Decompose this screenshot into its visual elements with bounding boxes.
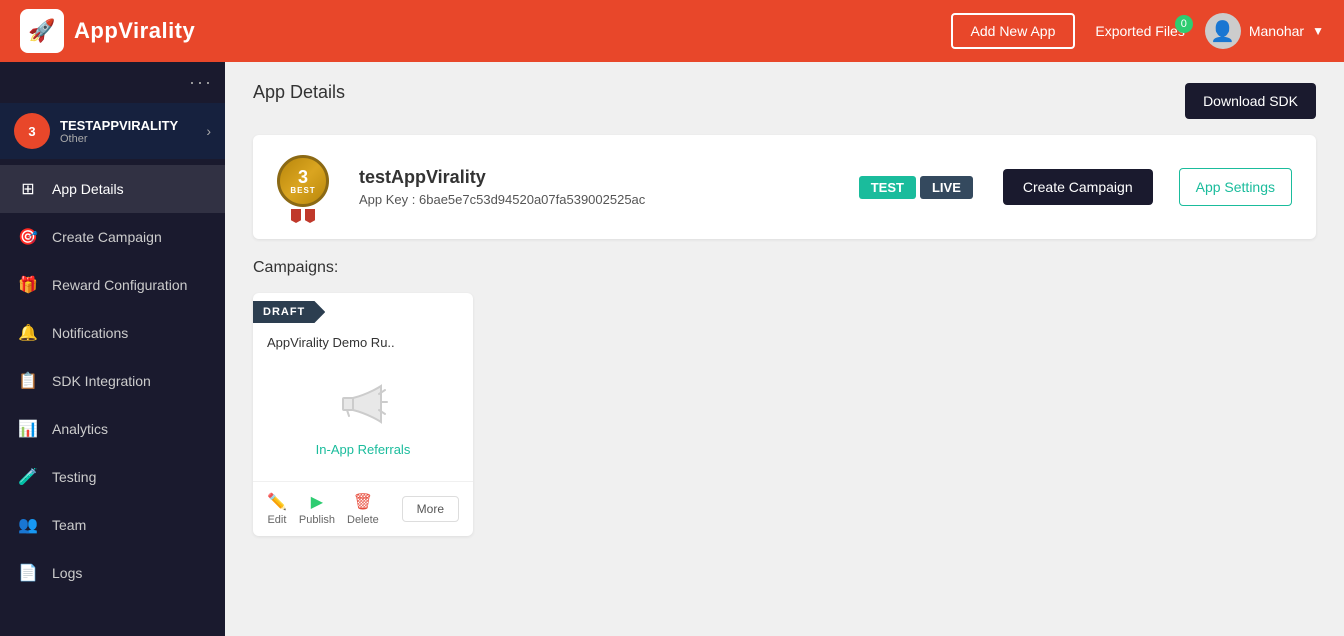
gift-icon: 🎁 — [18, 275, 38, 295]
publish-label: Publish — [299, 514, 335, 526]
nav-label-reward-configuration: Reward Configuration — [52, 277, 187, 293]
sidebar-item-reward-configuration[interactable]: 🎁 Reward Configuration — [0, 261, 225, 309]
campaign-card: DRAFT AppVirality Demo Ru.. — [253, 293, 473, 536]
username-label: Manohar — [1249, 23, 1304, 39]
nav-label-create-campaign: Create Campaign — [52, 229, 162, 245]
campaign-actions: ✏️ Edit ▶ Publish 🗑 Delete More — [253, 481, 473, 536]
nav-label-testing: Testing — [52, 469, 96, 485]
logo-text: AppVirality — [74, 18, 195, 44]
sidebar-item-analytics[interactable]: 📊 Analytics — [0, 405, 225, 453]
app-info: TESTAPPVIRALITY Other — [60, 118, 196, 145]
exported-files-button[interactable]: Exported Files 0 — [1095, 23, 1184, 39]
dots-menu-icon[interactable]: ··· — [189, 72, 213, 93]
document-icon: 📄 — [18, 563, 38, 583]
medal-badge: 3 BEST — [277, 155, 341, 219]
nav-label-logs: Logs — [52, 565, 82, 581]
medal-circle: 3 BEST — [277, 155, 329, 207]
sidebar-top: ··· — [0, 62, 225, 103]
bell-icon: 🔔 — [18, 323, 38, 343]
chevron-down-icon: ▼ — [1312, 24, 1324, 38]
sidebar-item-sdk-integration[interactable]: 📋 SDK Integration — [0, 357, 225, 405]
campaigns-title: Campaigns: — [253, 259, 1316, 277]
create-campaign-button[interactable]: Create Campaign — [1003, 169, 1153, 205]
campaign-type: In-App Referrals — [267, 442, 459, 457]
delete-button[interactable]: 🗑 Delete — [347, 492, 379, 526]
campaign-icon-area — [267, 362, 459, 442]
live-badge: LIVE — [920, 176, 973, 199]
delete-icon: 🗑 — [353, 492, 373, 512]
medal-best-label: BEST — [290, 186, 315, 195]
app-settings-button[interactable]: App Settings — [1179, 168, 1292, 206]
draft-label: DRAFT — [263, 306, 305, 318]
sidebar-item-logs[interactable]: 📄 Logs — [0, 549, 225, 597]
download-sdk-button[interactable]: Download SDK — [1185, 83, 1316, 119]
app-category: Other — [60, 133, 196, 145]
env-badges: TEST LIVE — [859, 176, 973, 199]
app-info-card: 3 BEST testAppVirality App Key : 6bae5e7… — [253, 135, 1316, 239]
nav-label-app-details: App Details — [52, 181, 124, 197]
campaign-name: AppVirality Demo Ru.. — [267, 335, 459, 350]
edit-button[interactable]: ✏️ Edit — [267, 492, 287, 526]
people-icon: 👥 — [18, 515, 38, 535]
header-right: Add New App Exported Files 0 👤 Manohar ▼ — [951, 13, 1324, 49]
flask-icon: 🧪 — [18, 467, 38, 487]
page-title: App Details — [253, 82, 345, 103]
campaign-card-content: AppVirality Demo Ru.. In — [253, 323, 473, 481]
medal-number: 3 — [298, 168, 308, 186]
sidebar-item-app-details[interactable]: ⊞ App Details — [0, 165, 225, 213]
edit-label: Edit — [267, 514, 286, 526]
campaigns-grid: DRAFT AppVirality Demo Ru.. — [253, 293, 1316, 536]
megaphone-icon — [333, 378, 393, 426]
grid-icon: ⊞ — [18, 179, 38, 199]
sidebar-item-testing[interactable]: 🧪 Testing — [0, 453, 225, 501]
app-name: TESTAPPVIRALITY — [60, 118, 196, 133]
sidebar-item-team[interactable]: 👥 Team — [0, 501, 225, 549]
logo-area: 🚀 AppVirality — [20, 9, 195, 53]
nav-label-sdk-integration: SDK Integration — [52, 373, 151, 389]
chart-icon: 📊 — [18, 419, 38, 439]
clipboard-icon: 📋 — [18, 371, 38, 391]
app-key-info: App Key : 6bae5e7c53d94520a07fa539002525… — [359, 192, 841, 207]
publish-icon: ▶ — [311, 492, 323, 512]
logo-icon: 🚀 — [20, 9, 64, 53]
publish-button[interactable]: ▶ Publish — [299, 492, 335, 526]
user-menu[interactable]: 👤 Manohar ▼ — [1205, 13, 1324, 49]
draft-banner: DRAFT — [253, 301, 325, 323]
top-header: 🚀 AppVirality Add New App Exported Files… — [0, 0, 1344, 62]
nav-label-team: Team — [52, 517, 86, 533]
avatar: 👤 — [1205, 13, 1241, 49]
app-key-label: App Key : — [359, 192, 415, 207]
sidebar-item-create-campaign[interactable]: 🎯 Create Campaign — [0, 213, 225, 261]
sidebar-item-notifications[interactable]: 🔔 Notifications — [0, 309, 225, 357]
add-new-app-button[interactable]: Add New App — [951, 13, 1076, 49]
app-details-info: testAppVirality App Key : 6bae5e7c53d945… — [359, 167, 841, 207]
test-badge: TEST — [859, 176, 916, 199]
target-icon: 🎯 — [18, 227, 38, 247]
more-button[interactable]: More — [402, 496, 459, 522]
main-layout: ··· 3 TESTAPPVIRALITY Other › ⊞ App Deta… — [0, 62, 1344, 636]
delete-label: Delete — [347, 514, 379, 526]
exported-files-badge: 0 — [1175, 15, 1193, 33]
nav-label-notifications: Notifications — [52, 325, 128, 341]
edit-icon: ✏️ — [267, 492, 287, 512]
app-key-value: 6bae5e7c53d94520a07fa539002525ac — [419, 192, 645, 207]
exported-files-label: Exported Files — [1095, 23, 1184, 39]
app-selector[interactable]: 3 TESTAPPVIRALITY Other › — [0, 103, 225, 159]
main-content: App Details Download SDK 3 BEST — [225, 62, 1344, 636]
app-badge: 3 — [14, 113, 50, 149]
rocket-icon: 🚀 — [28, 18, 55, 44]
sidebar: ··· 3 TESTAPPVIRALITY Other › ⊞ App Deta… — [0, 62, 225, 636]
nav-label-analytics: Analytics — [52, 421, 108, 437]
app-chevron-icon: › — [206, 123, 211, 139]
sidebar-nav: ⊞ App Details 🎯 Create Campaign 🎁 Reward… — [0, 159, 225, 636]
app-title: testAppVirality — [359, 167, 841, 188]
